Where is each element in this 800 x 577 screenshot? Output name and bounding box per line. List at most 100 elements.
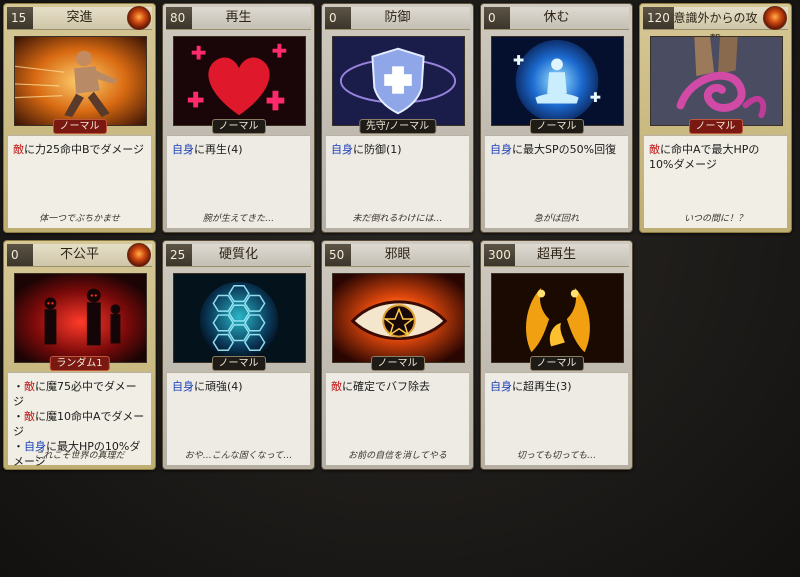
- card-description: 自身に最大SPの50%回復急がば回れ: [485, 135, 628, 228]
- effect-text: 敵に力25命中Bでダメージ: [13, 142, 147, 157]
- card-description: 自身に再生(4) 腕が生えてきた…: [167, 135, 310, 228]
- card-cost: 50: [325, 244, 351, 266]
- attack-emblem-icon: [127, 6, 151, 30]
- effect-line: 自身に再生(4): [172, 142, 306, 157]
- effect-segment: に最大SPの50%回復: [512, 143, 617, 156]
- shadow-figures-icon: [14, 273, 147, 363]
- effect-line: ・敵に魔10命中Aでダメージ: [13, 409, 147, 439]
- card-name: 意識外からの攻撃: [673, 11, 758, 47]
- card-name: 邪眼: [384, 247, 411, 262]
- target-self: 自身: [490, 143, 512, 156]
- flavor-text: お前の自信を消してやる: [348, 451, 447, 461]
- card-name: 不公平: [59, 247, 99, 262]
- target-enemy: 敵: [24, 380, 35, 393]
- card-cost: 25: [166, 244, 192, 266]
- card-name: 再生: [225, 10, 252, 25]
- card-header: 300 超再生: [484, 244, 629, 267]
- effect-text: 自身に再生(4): [172, 142, 306, 157]
- skill-card[interactable]: 0 休む ノーマル 自身に最大SPの50%回復 急がば回れ: [480, 3, 633, 233]
- meditation-icon: [491, 36, 624, 126]
- hex-sphere-icon: [173, 273, 306, 363]
- target-enemy: 敵: [331, 380, 342, 393]
- card-name: 休む: [543, 10, 570, 25]
- shield-icon: [332, 36, 465, 126]
- effect-text: 敵に確定でバフ除去: [331, 379, 465, 394]
- effect-line: 敵に確定でバフ除去: [331, 379, 465, 394]
- heart-cross-icon: [173, 36, 306, 126]
- skill-card[interactable]: 25 硬質化 ノーマル自身に頑強(4) おや…こんな固くなって…: [162, 240, 315, 470]
- target-self: 自身: [490, 380, 512, 393]
- effect-line: 10%ダメージ: [649, 157, 783, 172]
- card-cost: 0: [7, 244, 33, 266]
- effect-line: 敵に命中Aで最大HPの: [649, 142, 783, 157]
- rarity-tag: ランダム1: [49, 356, 110, 371]
- rarity-tag: ノーマル: [688, 119, 743, 134]
- card-description: 自身に防御(1) 未だ倒れるわけには…: [326, 135, 469, 228]
- effect-line: 自身に防御(1): [331, 142, 465, 157]
- effect-line: 自身に最大SPの50%回復: [490, 142, 624, 157]
- effect-segment: に力25命中Bでダメージ: [24, 143, 144, 156]
- card-cost: 15: [7, 7, 33, 29]
- card-name: 硬質化: [218, 247, 258, 262]
- effect-text: 自身に防御(1): [331, 142, 465, 157]
- rarity-tag: ノーマル: [52, 119, 107, 134]
- card-description: 自身に頑強(4) おや…こんな固くなって…: [167, 372, 310, 465]
- effect-segment: ・: [13, 380, 24, 393]
- rarity-tag: ノーマル: [211, 119, 266, 134]
- card-name: 超再生: [536, 247, 576, 262]
- card-cost: 0: [484, 7, 510, 29]
- tentacle-icon: [650, 36, 783, 126]
- card-description: 敵に確定でバフ除去お前の自信を消してやる: [326, 372, 469, 465]
- effect-segment: に命中Aで最大HPの: [660, 143, 760, 156]
- effect-text: 自身に最大SPの50%回復: [490, 142, 624, 157]
- skill-card[interactable]: 15 突進 ノーマル敵に力25命中Bでダメージ体一つでぶちかませ: [3, 3, 156, 233]
- card-description: 自身に超再生(3) 切っても切っても…: [485, 372, 628, 465]
- target-self: 自身: [172, 380, 194, 393]
- effect-line: 自身に頑強(4): [172, 379, 306, 394]
- attack-emblem-icon: [763, 6, 787, 30]
- target-self: 自身: [172, 143, 194, 156]
- rarity-tag: ノーマル: [211, 356, 266, 371]
- target-enemy: 敵: [24, 410, 35, 423]
- flavor-text: 急がば回れ: [533, 214, 579, 224]
- card-header: 0 休む: [484, 7, 629, 30]
- skill-card[interactable]: 300 超再生 ノーマル 自身に超再生(3) 切っても切っても…: [480, 240, 633, 470]
- flavor-text: 体一つでぶちかませ: [39, 214, 120, 224]
- effect-text: 自身に超再生(3): [490, 379, 624, 394]
- card-header: 0 不公平: [7, 243, 152, 267]
- flavor-text: 腕が生えてきた…: [202, 214, 275, 224]
- skill-card[interactable]: 80 再生 ノーマル自身に再生(4) 腕が生えてきた…: [162, 3, 315, 233]
- flavor-text: いつの間に！？: [683, 214, 747, 224]
- flavor-text: 切っても切っても…: [516, 451, 597, 461]
- effect-segment: 10%ダメージ: [649, 158, 717, 171]
- effect-segment: ・: [13, 410, 24, 423]
- effect-segment: に防御(1): [353, 143, 402, 156]
- evil-eye-icon: [332, 273, 465, 363]
- card-header: 80 再生: [166, 7, 311, 30]
- effect-text: 自身に頑強(4): [172, 379, 306, 394]
- effect-line: ・敵に魔75必中でダメージ: [13, 379, 147, 409]
- card-description: ・敵に魔75必中でダメージ ・敵に魔10命中Aでダメージ ・自身に最大HPの10%ダ…: [8, 372, 151, 468]
- card-cost: 0: [325, 7, 351, 29]
- flavor-text: これこそ世界の真理だ: [34, 451, 125, 461]
- skill-card[interactable]: 50 邪眼 ノーマル敵に確定でバフ除去お前の自信を消してやる: [321, 240, 474, 470]
- skill-card[interactable]: 0 不公平 ランダム1 ・敵に魔75必中でダメージ ・敵に魔10命中Aでダメージ ・自身…: [3, 240, 156, 470]
- charging-man-icon: [14, 36, 147, 126]
- card-header: 0 防御: [325, 7, 470, 30]
- target-self: 自身: [331, 143, 353, 156]
- rarity-tag: 先守/ノーマル: [358, 119, 437, 134]
- card-header: 15 突進: [7, 6, 152, 30]
- flavor-text: おや…こんな固くなって…: [184, 451, 293, 461]
- card-header: 50 邪眼: [325, 244, 470, 267]
- effect-segment: に超再生(3): [512, 380, 572, 393]
- card-name: 防御: [384, 10, 411, 25]
- effect-text: 敵に命中Aで最大HPの 10%ダメージ: [649, 142, 783, 172]
- skill-card[interactable]: 0 防御 先守/ノーマル 自身に防御(1) 未だ倒れるわけには…: [321, 3, 474, 233]
- rarity-tag: ノーマル: [370, 356, 425, 371]
- skill-card[interactable]: 120意識外からの攻撃 ノーマル敵に命中Aで最大HPの10%ダメージいつの間に！…: [639, 3, 792, 233]
- target-enemy: 敵: [649, 143, 660, 156]
- effect-line: 自身に超再生(3): [490, 379, 624, 394]
- effect-segment: に再生(4): [194, 143, 243, 156]
- card-name: 突進: [66, 10, 93, 25]
- phoenix-icon: [491, 273, 624, 363]
